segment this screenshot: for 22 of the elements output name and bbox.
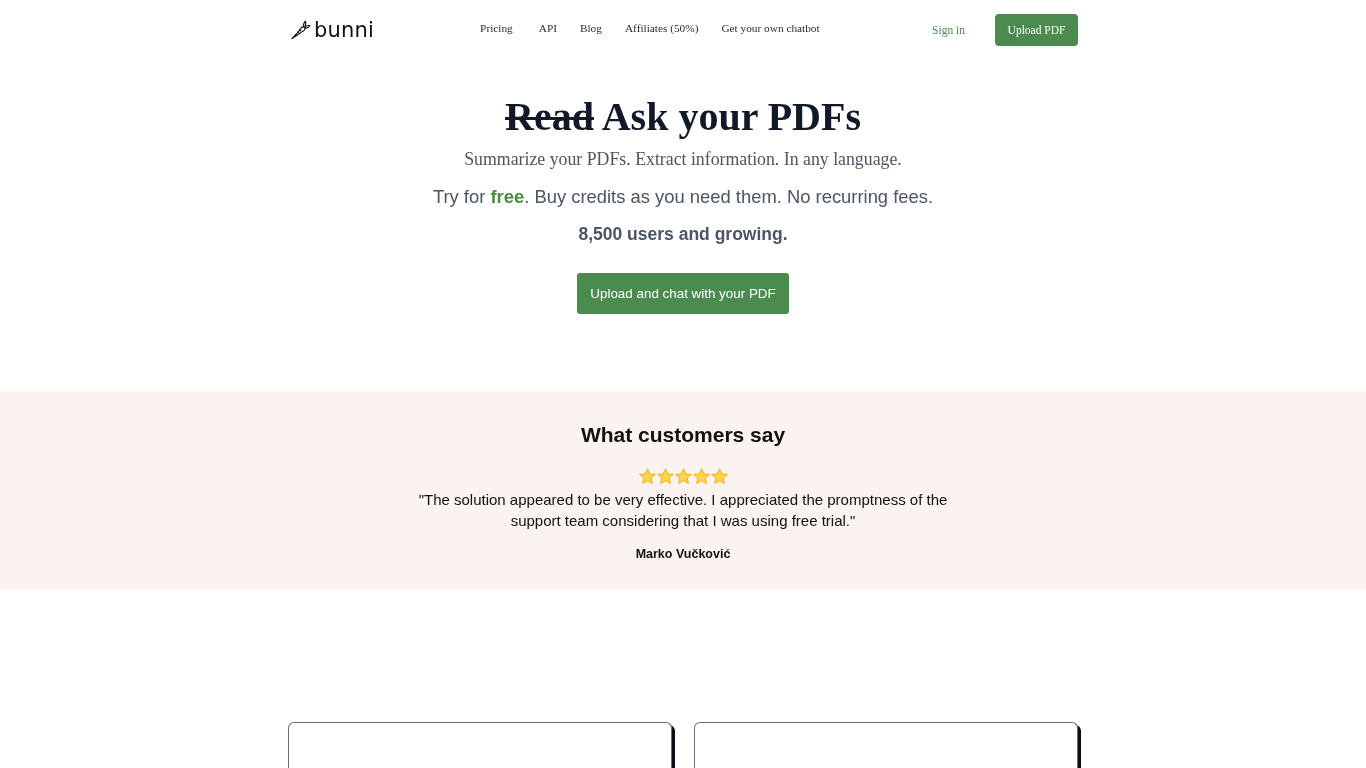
star-icon — [674, 468, 692, 485]
pricing-text: Try for free. Buy credits as you need them. No recurring fees. — [432, 185, 934, 209]
testimonial-quote: "The solution appeared to be very effective. I appreciated the promptness of the support team considering that I was using free trial." — [417, 490, 949, 531]
hero-subtitle: Summarize your PDFs. Extract information. In any language. — [464, 148, 902, 171]
logo-link[interactable]: bunni — [290, 14, 375, 46]
nav-link[interactable]: Pricing — [480, 22, 513, 34]
upload-pdf-button[interactable]: Upload PDF — [995, 14, 1078, 46]
carrot-icon — [290, 19, 311, 41]
hero-heading: Read Ask your PDFs — [505, 93, 861, 141]
nav-link[interactable]: Affiliates (50%) — [624, 22, 699, 34]
star-icon — [692, 468, 710, 485]
nav-link[interactable]: Get your own chatbot — [721, 22, 820, 34]
sign-in-link[interactable]: Sign in — [932, 24, 965, 36]
star-icon — [710, 468, 728, 485]
nav-link[interactable]: Blog — [579, 22, 602, 34]
users-count-text: 8,500 users and growing. — [578, 223, 788, 246]
star-icon — [656, 468, 674, 485]
testimonial-author: Marko Vučković — [635, 546, 731, 562]
star-icon — [638, 468, 656, 485]
nav-link[interactable]: API — [538, 22, 557, 34]
section-heading: What customers say — [580, 422, 786, 448]
upload-chat-button[interactable]: Upload and chat with your PDF — [577, 273, 789, 314]
